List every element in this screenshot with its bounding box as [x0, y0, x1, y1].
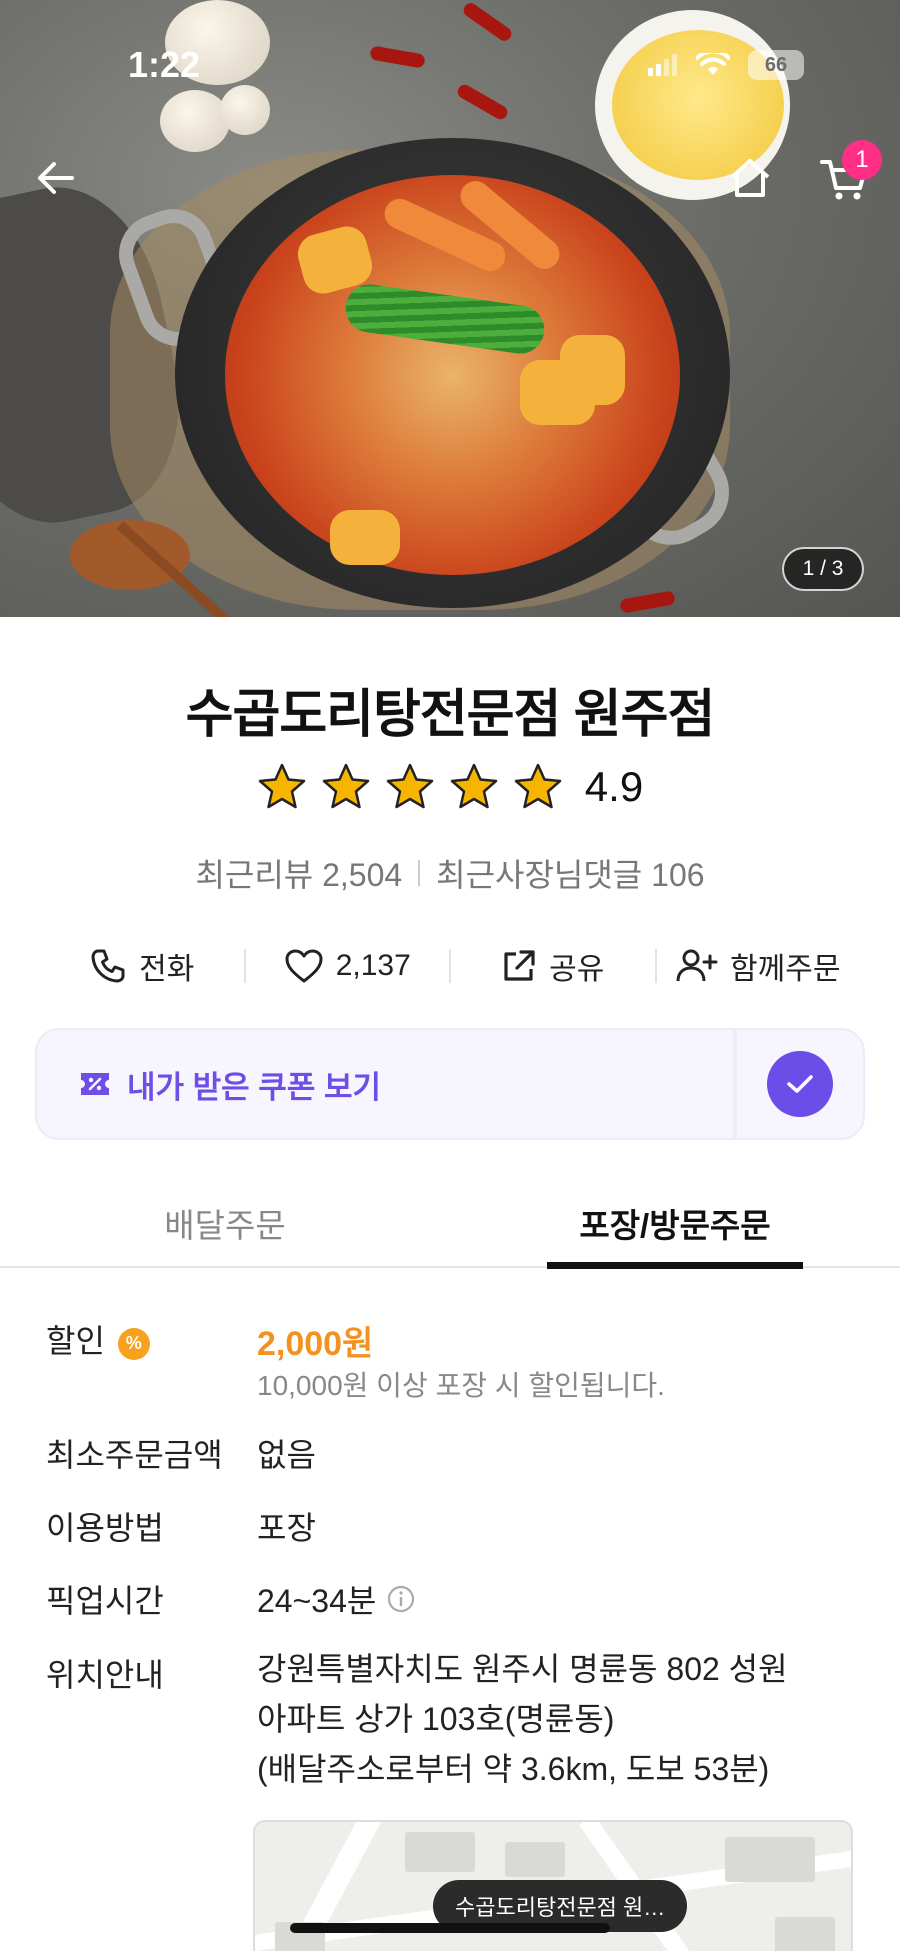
info-icon[interactable]	[386, 1584, 416, 1614]
call-button[interactable]: 전화	[40, 944, 244, 988]
store-name: 수곱도리탕전문점 원주점	[185, 686, 716, 744]
hero-potato	[330, 510, 400, 565]
percent-icon: %	[117, 1327, 150, 1360]
hero-garlic	[220, 85, 270, 135]
status-icons: 66	[648, 50, 804, 80]
discount-value: 2,000원	[257, 1325, 374, 1363]
like-button[interactable]: 2,137	[246, 948, 450, 984]
pickup-time-value: 24~34분	[257, 1583, 377, 1619]
tab-pickup[interactable]: 포장/방문주문	[450, 1180, 900, 1269]
check-badge	[767, 1051, 833, 1117]
method-label: 이용방법	[46, 1510, 164, 1546]
coupon-banner[interactable]: 내가 받은 쿠폰 보기	[35, 1028, 735, 1140]
address-line-3: (배달주소로부터 약 3.6km, 도보 53분)	[257, 1751, 770, 1787]
hero-garlic	[160, 90, 230, 152]
back-button[interactable]	[26, 148, 86, 208]
group-order-label: 함께주문	[730, 953, 841, 986]
rating-row[interactable]: 4.9	[0, 762, 900, 812]
share-button[interactable]: 공유	[451, 944, 655, 988]
owner-replies-count[interactable]: 최근사장님댓글 106	[436, 850, 704, 896]
divider	[418, 860, 421, 886]
min-order-value: 없음	[257, 1437, 316, 1473]
discount-note: 10,000원 이상 포장 시 할인됩니다.	[257, 1370, 665, 1401]
pickup-time-row: 24~34분	[257, 1576, 416, 1622]
map-block	[505, 1842, 565, 1877]
battery-indicator: 66	[748, 50, 804, 80]
hero-chili	[455, 82, 510, 122]
address-line-1: 강원특별자치도 원주시 명륜동 802 성원	[257, 1651, 788, 1687]
review-summary[interactable]: 최근리뷰 2,504 최근사장님댓글 106	[0, 850, 900, 896]
location-label: 위치안내	[46, 1657, 164, 1693]
map-block	[725, 1837, 815, 1882]
store-actions: 전화 2,137 공유 함께주문	[40, 935, 860, 997]
home-icon	[730, 159, 770, 197]
home-indicator[interactable]	[290, 1923, 610, 1933]
star-icon	[450, 763, 498, 809]
store-hero-image[interactable]: 1:22 66 1 1 / 3	[0, 0, 900, 617]
hero-chili	[460, 0, 515, 44]
check-icon	[787, 1075, 813, 1093]
coupon-label: 내가 받은 쿠폰 보기	[127, 1069, 381, 1105]
address-block: 강원특별자치도 원주시 명륜동 802 성원 아파트 상가 103호(명륜동) …	[257, 1644, 857, 1794]
heart-icon	[285, 949, 323, 983]
pickup-time-label: 픽업시간	[46, 1583, 164, 1619]
hero-potato	[560, 335, 625, 405]
star-icon	[514, 763, 562, 809]
image-page-indicator: 1 / 3	[782, 547, 864, 591]
tab-delivery[interactable]: 배달주문	[0, 1180, 450, 1266]
method-value: 포장	[257, 1510, 316, 1546]
add-user-icon	[676, 949, 718, 982]
phone-icon	[91, 949, 125, 983]
cart-count-badge: 1	[842, 140, 882, 180]
star-icon	[386, 763, 434, 809]
min-order-label: 최소주문금액	[46, 1437, 223, 1473]
hero-chili	[619, 590, 676, 614]
group-order-button[interactable]: 함께주문	[657, 944, 861, 988]
coupon-check-button[interactable]	[735, 1028, 865, 1140]
map-block	[775, 1917, 835, 1951]
home-button[interactable]	[720, 148, 780, 208]
order-type-tabs: 배달주문 포장/방문주문	[0, 1180, 900, 1269]
discount-label: 할인	[46, 1323, 105, 1359]
address-line-2: 아파트 상가 103호(명륜동)	[257, 1701, 615, 1737]
share-icon	[504, 950, 535, 981]
discount-label-row: 할인 %	[46, 1316, 150, 1362]
rating-value: 4.9	[584, 763, 644, 810]
recent-reviews-count[interactable]: 최근리뷰 2,504	[195, 850, 402, 896]
star-icon	[258, 763, 306, 809]
share-label: 공유	[549, 953, 605, 986]
star-icon	[322, 763, 370, 809]
hero-chili	[369, 45, 426, 69]
wifi-icon	[696, 53, 730, 75]
map-block	[405, 1832, 475, 1872]
like-count: 2,137	[335, 949, 411, 982]
status-time: 1:22	[128, 44, 201, 85]
back-arrow-icon	[38, 162, 74, 194]
signal-icon	[648, 54, 677, 76]
coupon-icon	[81, 1073, 109, 1095]
call-label: 전화	[139, 953, 195, 986]
